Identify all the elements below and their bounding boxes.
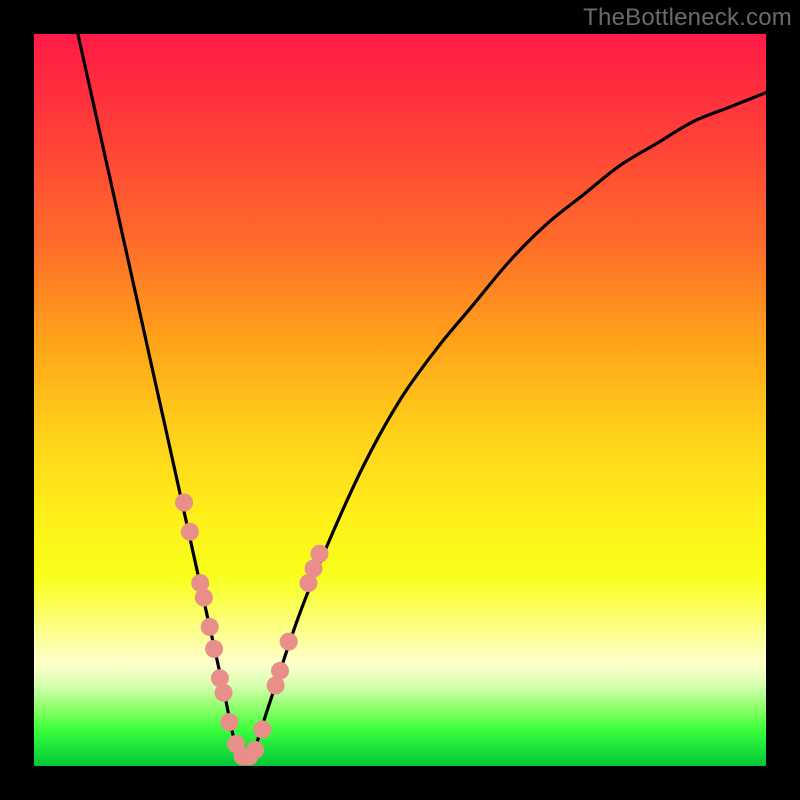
marker-dot: [280, 633, 298, 651]
marker-dot: [246, 741, 264, 759]
marker-dot: [205, 640, 223, 658]
marker-dot: [195, 589, 213, 607]
chart-stage: TheBottleneck.com: [0, 0, 800, 800]
marker-dot: [271, 662, 289, 680]
bottleneck-curve: [78, 34, 766, 759]
marker-dot: [253, 720, 271, 738]
marker-dot: [311, 545, 329, 563]
marker-group: [175, 494, 328, 766]
marker-dot: [175, 494, 193, 512]
marker-dot: [215, 684, 233, 702]
watermark-label: TheBottleneck.com: [583, 4, 792, 32]
plot-area: [34, 34, 766, 766]
marker-dot: [220, 713, 238, 731]
chart-svg: [34, 34, 766, 766]
marker-dot: [181, 523, 199, 541]
marker-dot: [201, 618, 219, 636]
